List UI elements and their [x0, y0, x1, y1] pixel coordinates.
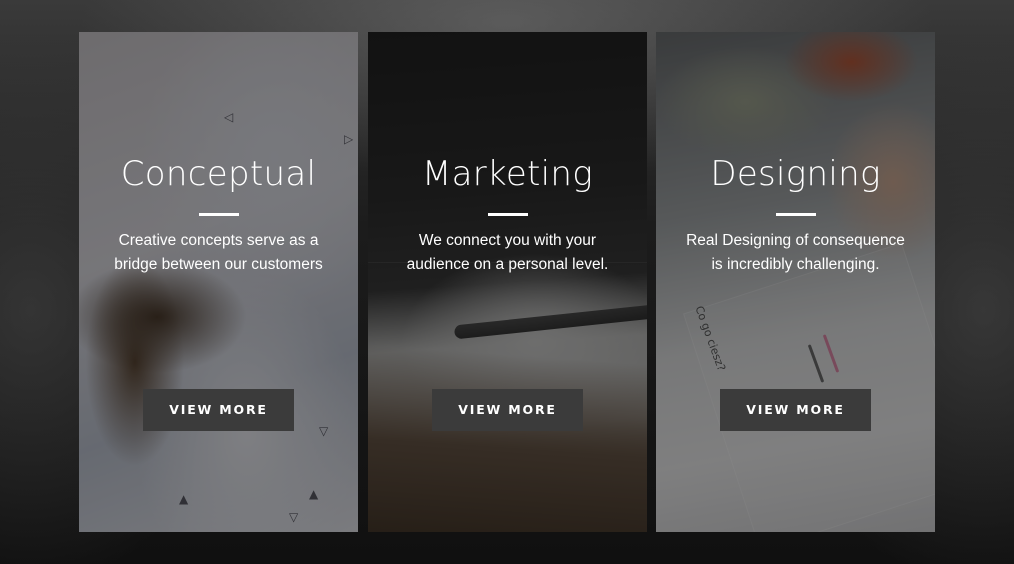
card-overlay — [79, 32, 358, 532]
service-cards: ◁ ▷ ▽ ▽ ▲ ▲ Conceptual Creative concepts… — [79, 32, 935, 532]
view-more-button[interactable]: VIEW MORE — [720, 389, 871, 431]
title-divider — [198, 213, 239, 216]
view-more-button[interactable]: VIEW MORE — [143, 389, 294, 431]
card-title: Designing — [710, 154, 881, 194]
card-overlay — [368, 32, 647, 532]
card-designing: Co go ciesz? Designing Real Designing of… — [656, 32, 935, 532]
card-conceptual: ◁ ▷ ▽ ▽ ▲ ▲ Conceptual Creative concepts… — [79, 32, 358, 532]
card-description: We connect you with your audience on a p… — [406, 232, 609, 273]
card-title: Conceptual — [120, 154, 317, 194]
title-divider — [775, 213, 816, 216]
title-divider — [487, 213, 528, 216]
card-title: Marketing — [422, 154, 593, 194]
card-description: Real Designing of consequence is incredi… — [686, 232, 905, 273]
card-overlay — [656, 32, 935, 532]
card-description: Creative concepts serve as a bridge betw… — [114, 232, 323, 273]
card-marketing: Marketing We connect you with your audie… — [368, 32, 647, 532]
view-more-button[interactable]: VIEW MORE — [432, 389, 583, 431]
